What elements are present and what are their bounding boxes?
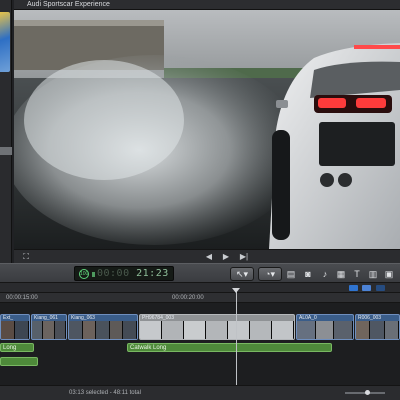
viewer-title-bar: Audi Sportscar Experience	[14, 0, 400, 10]
timecode-main: 21:23	[136, 268, 169, 279]
playhead[interactable]	[236, 291, 237, 385]
timeline-clip[interactable]: R006_003	[355, 314, 400, 340]
timeline-clip[interactable]: AL0A_0	[296, 314, 354, 340]
retime-tool-button[interactable]: ◔▾	[258, 267, 282, 281]
zoom-slider-knob[interactable]	[365, 390, 370, 395]
video-viewer[interactable]	[14, 10, 400, 249]
audio-clip-label: Catwalk Long	[130, 345, 167, 351]
ruler-label: 00:00:15:00	[6, 295, 38, 301]
timeline-clip[interactable]: Ext_	[0, 314, 30, 340]
generators-icon[interactable]: ▥	[367, 268, 379, 280]
viewer-title: Audi Sportscar Experience	[27, 1, 110, 8]
next-frame-icon[interactable]: ▶|	[238, 252, 250, 262]
titles-icon[interactable]: T	[351, 268, 363, 280]
viewer-controls: ⛶ ◀ ▶ ▶|	[14, 249, 400, 263]
select-tool-button[interactable]: ↖▾	[230, 267, 254, 281]
timeline-badge-2[interactable]	[362, 285, 371, 291]
timeline-badge-3[interactable]	[376, 285, 385, 291]
event-browser-strip[interactable]	[0, 0, 12, 263]
ruler-label: 00:00:20:00	[172, 295, 204, 301]
camera-icon[interactable]: ◙	[302, 268, 314, 280]
audio-clip[interactable]: Catwalk Long	[127, 343, 332, 352]
previous-frame-icon[interactable]: ◀	[204, 252, 214, 262]
main-toolbar: 100 00:00 21:23 ↖▾ ◔▾ ▤ ◙ ♪ ▦ T ▥ ▣	[0, 263, 400, 283]
timeline-ruler[interactable]: 00:00:15:00 00:00:20:00	[0, 293, 400, 303]
timeline-badge-1[interactable]	[349, 285, 358, 291]
timecode-value: 00:00 21:23	[97, 268, 169, 280]
themes-icon[interactable]: ▣	[383, 268, 395, 280]
final-cut-window: Audi Sportscar Experience ⛶ ◀ ▶ ▶| 100 0…	[0, 0, 400, 400]
timeline-header	[0, 283, 400, 293]
share-icon[interactable]: ♪	[319, 268, 331, 280]
timecode-level	[92, 272, 95, 277]
timecode-display[interactable]: 100 00:00 21:23	[74, 266, 174, 281]
timecode-ring: 100	[79, 269, 89, 279]
timeline-clip[interactable]: Kiang_061	[31, 314, 67, 340]
audio-clip[interactable]: Long	[0, 343, 34, 352]
playhead-handle[interactable]	[232, 288, 240, 293]
status-bar: 03:13 selected - 48:11 total	[0, 385, 400, 400]
audio-clip[interactable]	[0, 357, 38, 366]
fit-icon[interactable]: ⛶	[20, 252, 32, 262]
timecode-prefix: 00:00	[97, 268, 130, 279]
timeline[interactable]: Ext_ Kiang_061 Kiang_063 PH96784_003 AL0…	[0, 303, 400, 385]
transitions-icon[interactable]: ▦	[335, 268, 347, 280]
viewer-frame-image	[14, 10, 400, 249]
selection-duration: 03:13 selected - 48:11 total	[69, 390, 141, 396]
timeline-clip-selected[interactable]: PH96784_003	[139, 314, 295, 340]
event-thumbnail[interactable]	[0, 12, 10, 72]
audio-clip-label: Long	[3, 345, 17, 351]
browser-selection	[0, 147, 12, 155]
play-button[interactable]: ▶	[221, 252, 231, 262]
timeline-clip[interactable]: Kiang_063	[68, 314, 138, 340]
import-icon[interactable]: ▤	[285, 268, 297, 280]
